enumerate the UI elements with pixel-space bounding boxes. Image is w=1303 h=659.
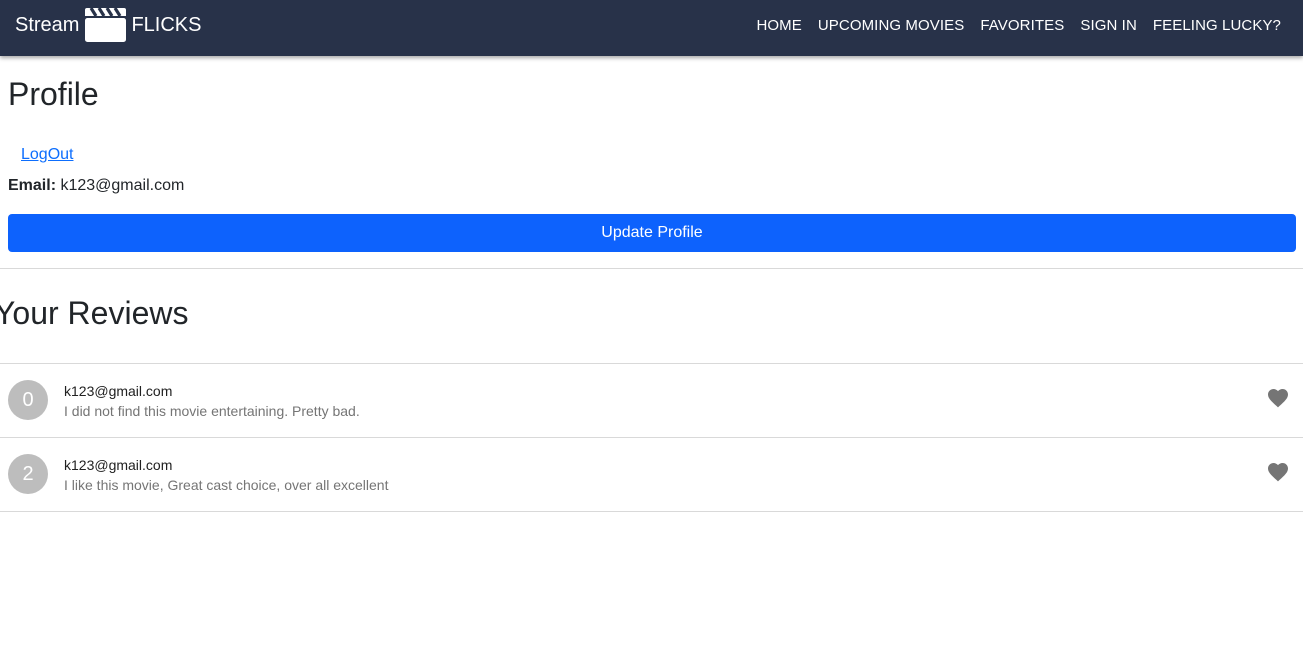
email-row: Email: k123@gmail.com [8,176,184,196]
page-title: Profile [8,76,99,112]
reviews-title: Your Reviews [0,295,189,331]
email-value: k123@gmail.com [60,177,185,194]
review-avatar: 0 [8,380,48,420]
navbar: Stream FLICKS HOME UPCOMING MOVIES FAVOR… [0,0,1303,56]
nav-links: HOME UPCOMING MOVIES FAVORITES SIGN IN F… [748,0,1289,50]
section-divider [0,268,1303,269]
nav-link-feeling-lucky[interactable]: FEELING LUCKY? [1145,17,1289,34]
email-label: Email: [8,177,57,194]
nav-link-favorites[interactable]: FAVORITES [972,17,1072,34]
clapperboard-icon [85,7,127,42]
brand-text-left: Stream [15,13,80,36]
logout-link[interactable]: LogOut [21,145,73,165]
review-item: 0 k123@gmail.com I did not find this mov… [0,364,1303,438]
review-author: k123@gmail.com [64,457,173,473]
nav-link-upcoming-movies[interactable]: UPCOMING MOVIES [810,17,973,34]
review-text: I did not find this movie entertaining. … [64,403,360,419]
brand-text-right: FLICKS [131,13,202,36]
update-profile-button[interactable]: Update Profile [8,214,1296,252]
heart-icon[interactable] [1266,386,1290,410]
nav-link-sign-in[interactable]: SIGN IN [1072,17,1145,34]
review-item: 2 k123@gmail.com I like this movie, Grea… [0,438,1303,512]
review-author: k123@gmail.com [64,383,173,399]
review-text: I like this movie, Great cast choice, ov… [64,477,389,493]
nav-link-home[interactable]: HOME [748,17,809,34]
heart-icon[interactable] [1266,460,1290,484]
review-list: 0 k123@gmail.com I did not find this mov… [0,363,1303,512]
brand-logo[interactable]: Stream FLICKS [15,7,202,43]
review-avatar: 2 [8,454,48,494]
